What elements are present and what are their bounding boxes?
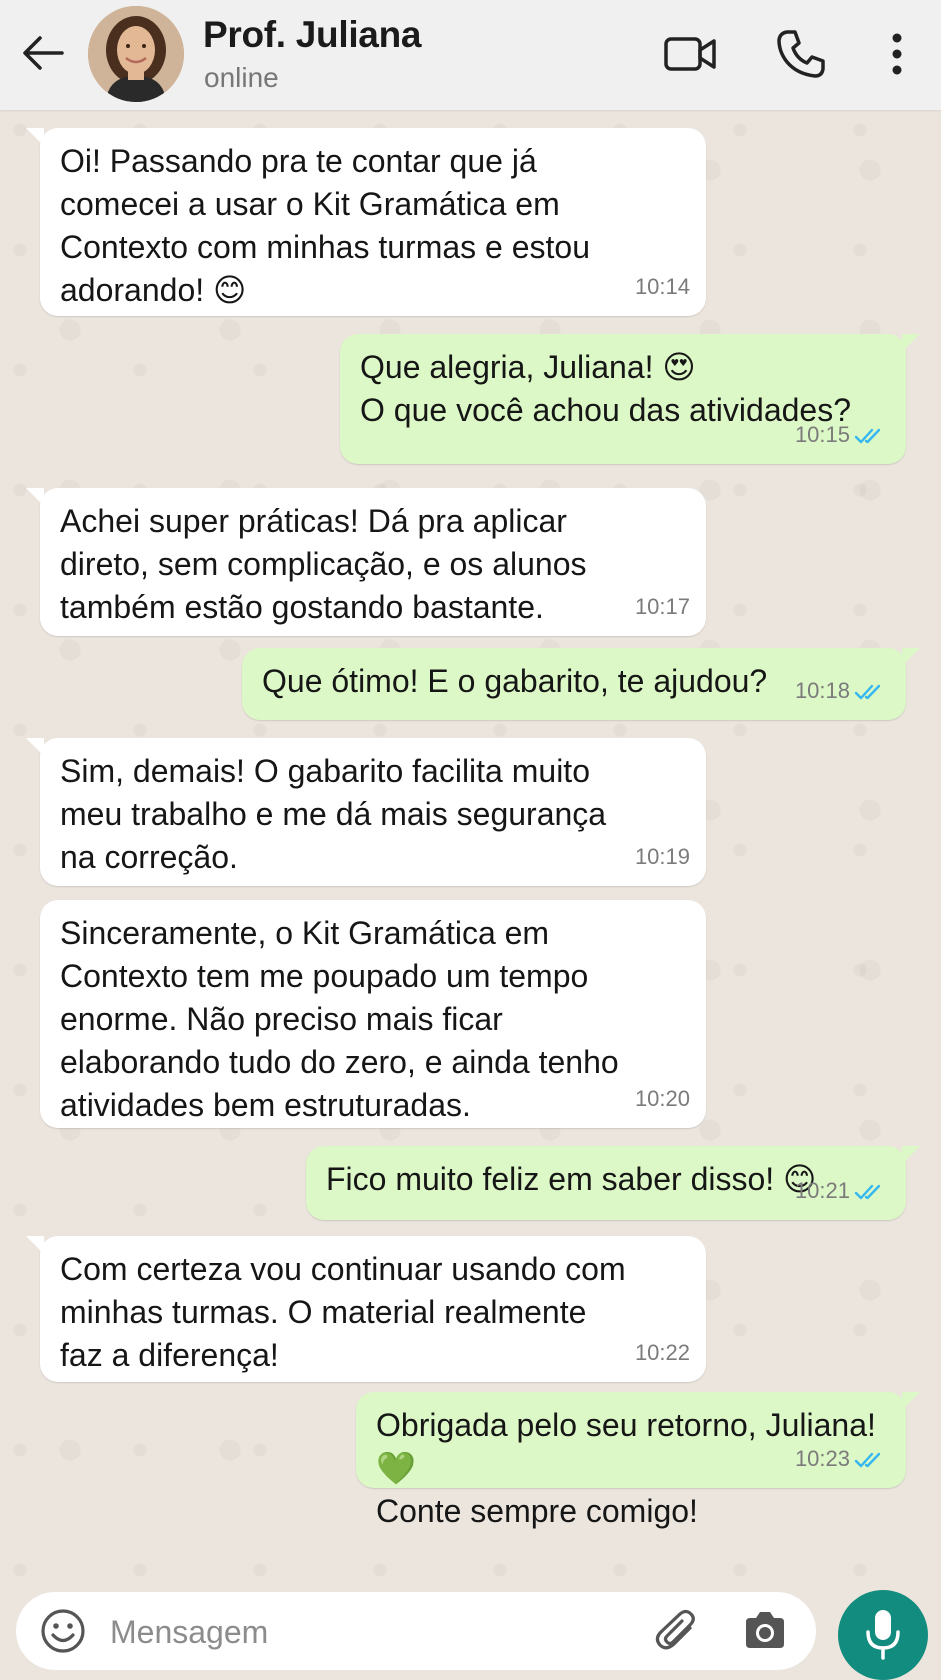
timestamp-text: 10:20 [634, 1086, 690, 1111]
avatar[interactable] [88, 6, 184, 102]
message-text: Achei super práticas! Dá pra aplicar dir… [60, 503, 587, 625]
incoming-message[interactable]: Oi! Passando pra te contar que já comece… [26, 128, 706, 316]
more-options-icon[interactable] [872, 24, 922, 84]
double-check-icon [854, 684, 881, 700]
incoming-message[interactable]: Sinceramente, o Kit Gramática em Context… [40, 900, 706, 1128]
mic-icon [866, 1610, 900, 1660]
incoming-message[interactable]: Achei super práticas! Dá pra aplicar dir… [26, 488, 706, 636]
incoming-message[interactable]: Com certeza vou continuar usando com min… [26, 1236, 706, 1382]
outgoing-message[interactable]: Fico muito feliz em saber disso! 😊 10:21 [306, 1146, 920, 1220]
message-timestamp: 10:17 [635, 585, 690, 628]
message-input-bar [16, 1592, 816, 1670]
double-check-icon [854, 1184, 881, 1200]
message-text: Que ótimo! E o gabarito, te ajudou? [262, 663, 768, 699]
timestamp-text: 10:22 [634, 1340, 690, 1365]
back-arrow-icon[interactable] [20, 30, 66, 76]
double-check-icon [854, 1452, 881, 1468]
message-timestamp: 10:19 [635, 835, 690, 878]
incoming-message[interactable]: Sim, demais! O gabarito facilita muito m… [26, 738, 706, 886]
contact-name[interactable]: Prof. Juliana [203, 14, 421, 56]
emoji-icon[interactable] [36, 1604, 90, 1658]
chat-area[interactable]: Oi! Passando pra te contar que já comece… [0, 110, 941, 1590]
mic-button[interactable] [838, 1590, 928, 1680]
message-timestamp: 10:23 [795, 1437, 886, 1480]
outgoing-message[interactable]: Obrigada pelo seu retorno, Juliana! 💚 Co… [356, 1392, 920, 1529]
message-timestamp: 10:18 [795, 669, 886, 712]
timestamp-text: 10:14 [634, 274, 690, 299]
timestamp-text: 10:18 [794, 678, 850, 703]
message-timestamp: 10:14 [635, 265, 690, 308]
attach-icon[interactable] [654, 1606, 704, 1656]
double-check-icon [854, 428, 881, 444]
timestamp-text: 10:23 [794, 1446, 850, 1471]
outgoing-message[interactable]: Que ótimo! E o gabarito, te ajudou? 10:18 [242, 648, 920, 720]
message-text: Oi! Passando pra te contar que já comece… [60, 143, 591, 308]
timestamp-text: 10:21 [794, 1178, 850, 1203]
message-timestamp: 10:22 [635, 1331, 690, 1374]
phone-icon[interactable] [771, 24, 831, 84]
timestamp-text: 10:15 [794, 422, 850, 447]
contact-status: online [204, 62, 279, 93]
outgoing-message[interactable]: Que alegria, Juliana! 😍 O que você achou… [340, 334, 920, 464]
message-timestamp: 10:15 [795, 413, 886, 456]
timestamp-text: 10:17 [634, 594, 690, 619]
message-timestamp: 10:20 [635, 1077, 690, 1120]
chat-header: Prof. Juliana online [0, 0, 941, 110]
timestamp-text: 10:19 [634, 844, 690, 869]
message-text: Com certeza vou continuar usando com min… [60, 1251, 626, 1373]
message-input[interactable] [108, 1604, 632, 1660]
avatar-photo [88, 6, 184, 102]
message-text: Sinceramente, o Kit Gramática em Context… [60, 915, 619, 1123]
video-call-icon[interactable] [660, 24, 720, 84]
message-text: Sim, demais! O gabarito facilita muito m… [60, 753, 607, 875]
camera-icon[interactable] [740, 1606, 790, 1656]
message-timestamp: 10:21 [795, 1169, 886, 1212]
